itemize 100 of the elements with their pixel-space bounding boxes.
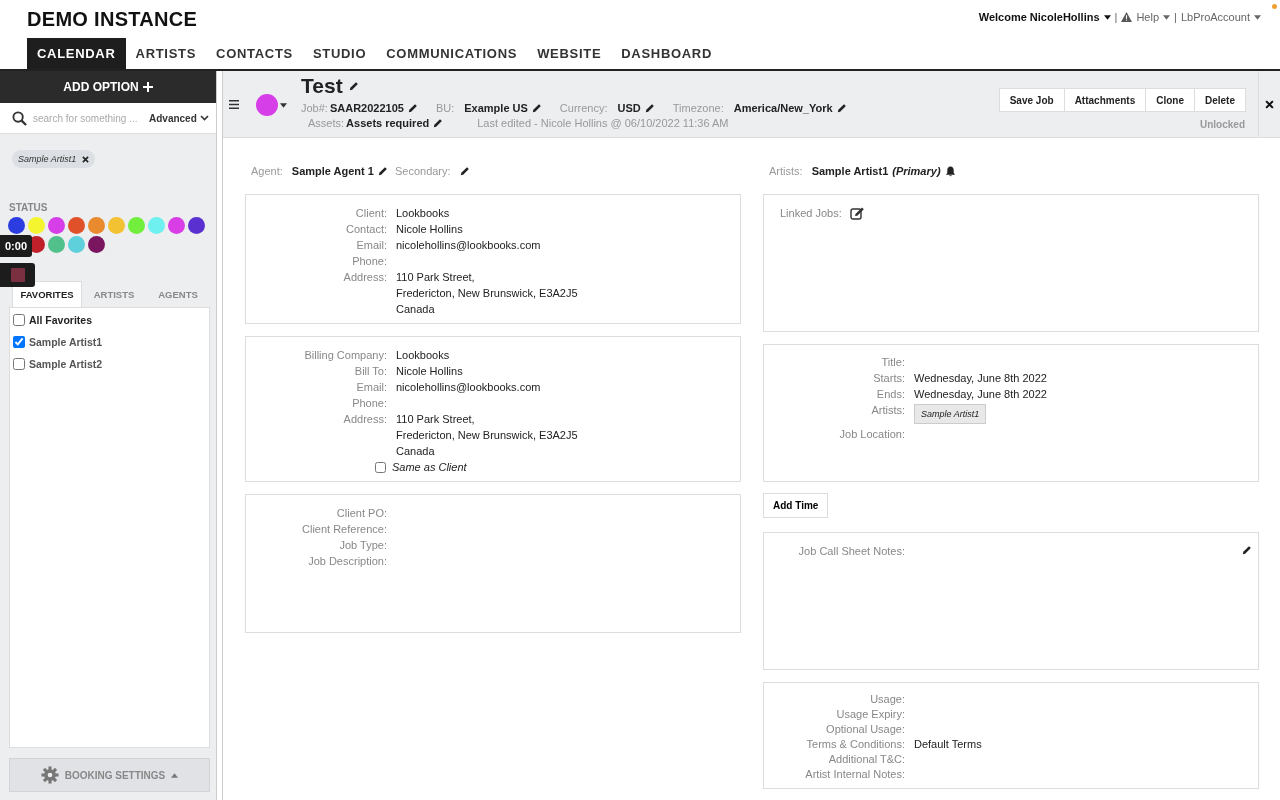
job-title: Test bbox=[301, 74, 343, 98]
user-menu-link[interactable]: Welcome NicoleHollins bbox=[978, 11, 1111, 23]
lock-status: Unlocked bbox=[1200, 119, 1245, 130]
filter-chip[interactable]: Sample Artist1 bbox=[12, 150, 96, 168]
nav-tab[interactable]: DASHBOARD bbox=[611, 38, 723, 69]
field-label: Ends: bbox=[875, 388, 905, 400]
field-value: Lookbooks bbox=[396, 207, 450, 219]
field-label: Usage: bbox=[869, 693, 905, 705]
field-label: Client PO: bbox=[335, 507, 387, 519]
edit-icon[interactable] bbox=[1242, 545, 1252, 555]
nav-tab[interactable]: CONTACTS bbox=[206, 38, 303, 69]
warning-icon bbox=[1121, 12, 1133, 22]
meta-value: Example US bbox=[464, 102, 528, 114]
checkbox[interactable] bbox=[13, 314, 25, 326]
status-dot[interactable] bbox=[8, 217, 25, 234]
edit-icon[interactable] bbox=[348, 81, 359, 91]
checkbox[interactable] bbox=[375, 461, 386, 473]
status-dot[interactable] bbox=[68, 236, 85, 253]
secondary-label: Secondary: bbox=[394, 165, 451, 177]
user-menu-link[interactable]: LbProAccount bbox=[1180, 11, 1261, 23]
field-label: Email: bbox=[355, 239, 387, 251]
meta-label: Timezone: bbox=[672, 102, 724, 114]
status-dot[interactable] bbox=[88, 236, 105, 253]
edit-icon[interactable] bbox=[849, 207, 865, 220]
artist-name: Sample Artist1 bbox=[811, 165, 889, 177]
field-label: Address: bbox=[342, 271, 387, 285]
separator: | bbox=[1114, 11, 1118, 23]
status-dot[interactable] bbox=[28, 217, 45, 234]
close-icon[interactable] bbox=[82, 155, 90, 163]
field-label: Contact: bbox=[345, 223, 387, 235]
field-value: 110 Park Street, bbox=[396, 413, 475, 425]
stop-icon bbox=[10, 268, 25, 282]
artist-tag: Sample Artist1 bbox=[914, 404, 987, 424]
action-button[interactable]: Save Job bbox=[998, 88, 1065, 112]
add-time-button[interactable]: Add Time bbox=[763, 493, 829, 518]
nav-tab[interactable]: ARTISTS bbox=[125, 38, 207, 69]
caret-icon bbox=[1103, 14, 1111, 20]
field-label: Linked Jobs: bbox=[780, 207, 842, 219]
artist-role: (Primary) bbox=[892, 165, 941, 177]
sidebar-tab[interactable]: FAVORITES bbox=[12, 281, 82, 307]
caret-icon bbox=[171, 772, 179, 778]
favorite-item[interactable]: Sample Artist2 bbox=[13, 358, 206, 370]
add-option-button[interactable]: ADD OPTION bbox=[0, 71, 216, 103]
field-label: Job Call Sheet Notes: bbox=[797, 545, 905, 557]
field-label: Artist Internal Notes: bbox=[804, 768, 905, 780]
meta-label: Currency: bbox=[559, 102, 608, 114]
field-label: Email: bbox=[355, 381, 387, 393]
field-label: Starts: bbox=[872, 372, 905, 384]
edit-icon[interactable] bbox=[644, 103, 655, 113]
caret-icon bbox=[1254, 14, 1261, 20]
field-value: Wednesday, June 8th 2022 bbox=[914, 372, 1047, 384]
agent-label: Agent: bbox=[251, 165, 283, 177]
agent-name: Sample Agent 1 bbox=[291, 165, 374, 177]
user-menu-link[interactable]: Help bbox=[1121, 11, 1171, 23]
edit-icon[interactable] bbox=[459, 166, 470, 176]
status-dot[interactable] bbox=[88, 217, 105, 234]
favorite-item[interactable]: Sample Artist1 bbox=[13, 336, 206, 348]
status-dot[interactable] bbox=[148, 217, 165, 234]
status-dot[interactable] bbox=[48, 236, 65, 253]
field-label: Artists: bbox=[870, 404, 905, 418]
checkbox[interactable] bbox=[13, 336, 25, 348]
field-value: 110 Park Street, bbox=[396, 271, 475, 283]
status-dot[interactable] bbox=[68, 217, 85, 234]
edit-icon[interactable] bbox=[836, 103, 847, 113]
meta-value: SAAR2022105 bbox=[329, 102, 404, 114]
menu-icon[interactable] bbox=[229, 100, 239, 109]
status-dot[interactable] bbox=[128, 217, 145, 234]
nav-tab[interactable]: WEBSITE bbox=[527, 38, 612, 69]
close-icon[interactable] bbox=[1265, 100, 1274, 109]
status-dot[interactable] bbox=[48, 217, 65, 234]
same-as-client-option[interactable]: Same as Client bbox=[375, 461, 740, 473]
field-label: Job Location: bbox=[838, 428, 905, 440]
settings-icon bbox=[40, 766, 59, 784]
bell-icon[interactable] bbox=[944, 165, 956, 177]
nav-tab[interactable]: COMMUNICATIONS bbox=[376, 38, 528, 69]
field-value: nicolehollins@lookbooks.com bbox=[396, 239, 541, 251]
field-label: Client Reference: bbox=[301, 523, 387, 535]
action-button[interactable]: Delete bbox=[1194, 88, 1246, 112]
meta-value: Assets required bbox=[346, 117, 430, 129]
advanced-dropdown[interactable]: Advanced bbox=[149, 112, 209, 124]
meta-label: Job#: bbox=[301, 102, 328, 114]
color-picker[interactable] bbox=[256, 94, 287, 116]
checkbox[interactable] bbox=[13, 358, 25, 370]
last-edited-text: Last edited - Nicole Hollins @ 06/10/2022 11:36 AM bbox=[477, 117, 729, 129]
status-dot[interactable] bbox=[108, 217, 125, 234]
edit-icon[interactable] bbox=[531, 103, 542, 113]
field-value: Fredericton, New Brunswick, E3A2J5 bbox=[396, 429, 578, 441]
chevron-down-icon bbox=[199, 115, 209, 121]
action-button[interactable]: Attachments bbox=[1063, 88, 1147, 112]
status-dot[interactable] bbox=[188, 217, 205, 234]
caret-icon bbox=[1163, 14, 1171, 20]
edit-icon[interactable] bbox=[433, 118, 444, 128]
status-dot[interactable] bbox=[168, 217, 185, 234]
meta-label: BU: bbox=[435, 102, 455, 114]
action-button[interactable]: Clone bbox=[1145, 88, 1195, 112]
edit-icon[interactable] bbox=[407, 103, 418, 113]
favorite-item[interactable]: All Favorites bbox=[13, 314, 206, 326]
nav-tab[interactable]: CALENDAR bbox=[27, 38, 126, 69]
edit-icon[interactable] bbox=[377, 166, 388, 176]
nav-tab[interactable]: STUDIO bbox=[302, 38, 377, 69]
